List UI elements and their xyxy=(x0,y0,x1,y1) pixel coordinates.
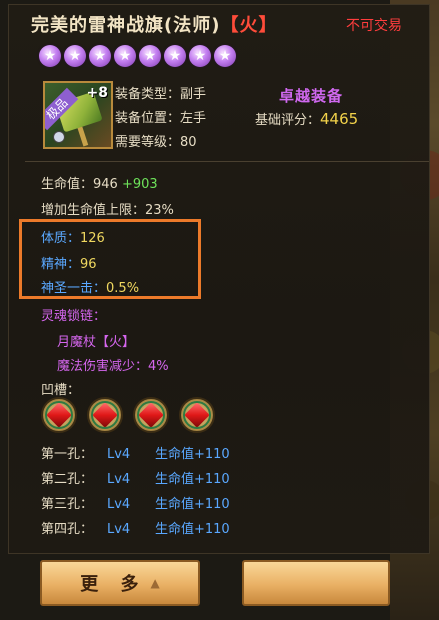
item-element-tag: 【火】 xyxy=(220,15,278,36)
item-icon[interactable]: 极品 +8 xyxy=(43,81,113,149)
hole-level: Lv4 xyxy=(107,472,131,487)
constitution-value: 126 xyxy=(80,231,105,246)
hole-label: 第四孔： xyxy=(41,522,94,537)
star-icon: ★ xyxy=(64,45,86,67)
star-icon: ★ xyxy=(164,45,186,67)
item-name: 完美的雷神战旗(法师) xyxy=(31,15,221,36)
soul-chain-title: 灵魂锁链： xyxy=(41,309,107,324)
holy-strike-stat: 神圣一击：0.5% xyxy=(41,277,139,296)
socket-list xyxy=(41,397,215,433)
gem-socket-1[interactable] xyxy=(41,397,77,433)
hp-max-stat: 增加生命值上限：23% xyxy=(41,203,174,218)
required-level: 需要等级：80 xyxy=(115,135,197,150)
base-score-label: 基础评分： xyxy=(255,113,321,128)
hp-stat: 生命值：946 +903 xyxy=(41,173,158,192)
equip-type: 装备类型：副手 xyxy=(115,87,207,102)
trade-status: 不可交易 xyxy=(346,18,402,34)
hole-level: Lv4 xyxy=(107,447,131,462)
spirit-value: 96 xyxy=(80,257,97,272)
bind-lock-icon xyxy=(53,131,65,143)
item-tooltip-panel: 完美的雷神战旗(法师)【火】 不可交易 ★ ★ ★ ★ ★ ★ ★ ★ 极品 +… xyxy=(8,4,430,554)
more-button[interactable]: 更 多 ▲ xyxy=(40,560,200,606)
hole-row: 第三孔： Lv4 生命值+110 xyxy=(41,493,230,512)
holy-strike-label: 神圣一击： xyxy=(41,281,107,296)
rarity-label: 卓越装备 xyxy=(279,87,344,105)
base-score-value: 4465 xyxy=(320,110,359,128)
hole-bonus: 生命值+110 xyxy=(155,522,230,537)
hole-bonus: 生命值+110 xyxy=(155,447,230,462)
hp-label: 生命值：946 xyxy=(41,177,118,192)
soul-chain-effect: 魔法伤害减少：4% xyxy=(57,359,169,374)
holy-strike-value: 0.5% xyxy=(106,281,140,296)
hole-bonus: 生命值+110 xyxy=(155,497,230,512)
more-button-label: 更 多 xyxy=(80,574,147,595)
base-score: 基础评分：4465 xyxy=(255,109,358,128)
item-title: 完美的雷神战旗(法师)【火】 xyxy=(31,11,277,37)
hole-bonus: 生命值+110 xyxy=(155,472,230,487)
constitution-label: 体质： xyxy=(41,231,81,246)
star-icon: ★ xyxy=(139,45,161,67)
hole-label: 第一孔： xyxy=(41,447,94,462)
gem-socket-3[interactable] xyxy=(133,397,169,433)
spirit-stat: 精神：96 xyxy=(41,253,97,272)
gem-socket-4[interactable] xyxy=(179,397,215,433)
constitution-stat: 体质：126 xyxy=(41,227,105,246)
star-icon: ★ xyxy=(39,45,61,67)
hole-label: 第二孔： xyxy=(41,472,94,487)
divider xyxy=(25,161,429,162)
star-icon: ★ xyxy=(189,45,211,67)
star-icon: ★ xyxy=(89,45,111,67)
spirit-label: 精神： xyxy=(41,257,81,272)
hole-label: 第三孔： xyxy=(41,497,94,512)
star-rating: ★ ★ ★ ★ ★ ★ ★ ★ xyxy=(39,45,236,67)
enhance-level: +8 xyxy=(86,85,108,101)
star-icon: ★ xyxy=(214,45,236,67)
hole-level: Lv4 xyxy=(107,522,131,537)
equip-slot: 装备位置：左手 xyxy=(115,111,207,126)
hole-row: 第四孔： Lv4 生命值+110 xyxy=(41,518,230,537)
star-icon: ★ xyxy=(114,45,136,67)
gem-socket-2[interactable] xyxy=(87,397,123,433)
hole-row: 第二孔： Lv4 生命值+110 xyxy=(41,468,230,487)
hole-row: 第一孔： Lv4 生命值+110 xyxy=(41,443,230,462)
socket-title: 凹槽： xyxy=(41,383,81,398)
soul-chain-item: 月魔杖【火】 xyxy=(57,335,136,350)
chevron-up-icon: ▲ xyxy=(150,576,160,590)
secondary-action-button[interactable] xyxy=(242,560,390,606)
hole-level: Lv4 xyxy=(107,497,131,512)
hp-bonus: +903 xyxy=(121,177,158,192)
